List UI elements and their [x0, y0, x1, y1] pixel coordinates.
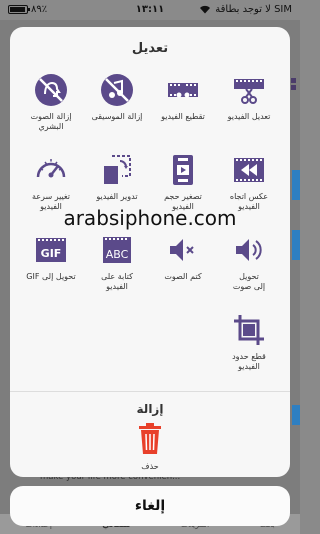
- sheet-title: تعديل: [131, 41, 169, 56]
- rotate-video-label: تدوير الفيديو: [96, 192, 138, 201]
- crop-video-option[interactable]: قطع حدود الفيديو: [216, 307, 282, 387]
- crop-video-label: قطع حدود الفيديو: [232, 352, 266, 371]
- trash-icon: [137, 423, 163, 460]
- rotate-icon: [100, 153, 134, 187]
- remove-voice-label: إزالة الصوت البشري: [30, 112, 72, 131]
- wifi-icon: [199, 5, 211, 14]
- delete-label: حذف: [141, 462, 159, 471]
- cut-video-label: تقطيع الفيديو: [161, 112, 205, 121]
- remove-voice-option[interactable]: إزالة الصوت البشري: [18, 67, 84, 147]
- convert-to-gif-label: تحويل إلى GIF: [26, 272, 76, 281]
- compress-clamp-icon: [166, 153, 200, 187]
- edit-action-sheet: تعديل تعديل الفيديو تقطيع الفيديو إزالة …: [10, 27, 290, 477]
- background-element: [292, 405, 300, 425]
- delete-option[interactable]: حذف: [120, 422, 180, 471]
- cut-video-option[interactable]: تقطيع الفيديو: [150, 67, 216, 147]
- carrier-text: لا توجد بطاقة SIM: [215, 4, 292, 15]
- cancel-button[interactable]: إلغاء: [10, 486, 290, 526]
- svg-text:ABC: ABC: [106, 248, 129, 261]
- background-element: [292, 230, 300, 260]
- write-on-video-label: كتابة على الفيديو: [101, 272, 133, 291]
- crop-icon: [232, 313, 266, 347]
- mute-audio-option[interactable]: كتم الصوت: [150, 227, 216, 307]
- remove-music-label: إزالة الموسيقى: [91, 112, 143, 121]
- convert-to-gif-option[interactable]: GIF تحويل إلى GIF: [18, 227, 84, 307]
- watermark-text: arabsiphone.com: [63, 206, 237, 230]
- text-film-icon: ABC: [100, 233, 134, 267]
- edit-video-label: تعديل الفيديو: [227, 112, 271, 121]
- write-on-video-option[interactable]: ABC كتابة على الفيديو: [84, 227, 150, 307]
- gif-film-icon: GIF: [34, 233, 68, 267]
- speaker-mute-icon: [166, 233, 200, 267]
- remove-music-option[interactable]: إزالة الموسيقى: [84, 67, 150, 147]
- mute-audio-label: كتم الصوت: [164, 272, 202, 281]
- speedometer-icon: [34, 153, 68, 187]
- rewind-film-icon: [232, 153, 266, 187]
- film-scissors-icon: [232, 73, 266, 107]
- convert-to-audio-label: تحويل إلى صوت: [232, 272, 266, 291]
- edit-video-option[interactable]: تعديل الفيديو: [216, 67, 282, 147]
- convert-to-audio-option[interactable]: تحويل إلى صوت: [216, 227, 282, 307]
- remove-section-title: إزالة: [136, 402, 164, 416]
- svg-text:GIF: GIF: [41, 247, 62, 260]
- speaker-icon: [232, 233, 266, 267]
- carrier-info: لا توجد بطاقة SIM: [199, 4, 292, 15]
- background-element: [292, 170, 300, 200]
- music-off-icon: [100, 73, 134, 107]
- status-bar: ٨٩٪ ١٣:١١ لا توجد بطاقة SIM: [0, 0, 300, 20]
- film-cut-icon: [166, 73, 200, 107]
- voice-off-icon: [34, 73, 68, 107]
